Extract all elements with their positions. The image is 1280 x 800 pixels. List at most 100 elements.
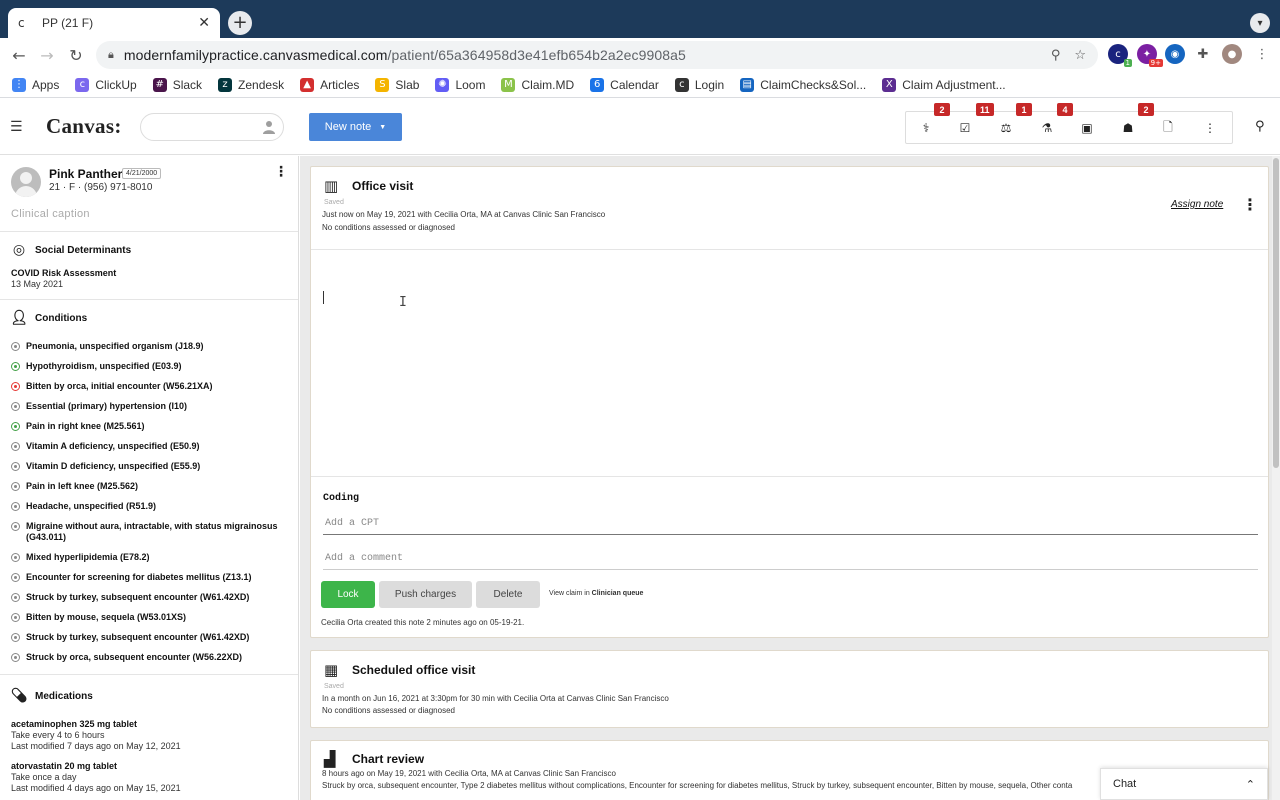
patient-menu-kebab-icon[interactable]: ⋮ [274, 165, 288, 179]
condition-item[interactable]: Hypothyroidism, unspecified (E03.9) [11, 361, 291, 372]
document-icon[interactable]: 🗋︎ [1160, 120, 1176, 136]
bookmark-item[interactable]: # Slack [152, 77, 203, 92]
address-bar[interactable]: 🔒︎ modernfamilypractice.canvasmedical.co… [96, 41, 1098, 69]
note-menu-kebab-icon[interactable]: ⋮ [1242, 197, 1258, 213]
condition-label: Bitten by mouse, sequela (W53.01XS) [26, 612, 187, 622]
condition-item[interactable]: Essential (primary) hypertension (I10) [11, 401, 291, 412]
caduceus-icon[interactable]: ⚕ [918, 120, 934, 136]
extension-icon-1[interactable]: c1 [1108, 44, 1132, 67]
search-icon[interactable]: ⚲ [1255, 119, 1265, 134]
bookmark-item[interactable]: X Claim Adjustment... [882, 77, 1006, 92]
bookmark-item[interactable]: ▤ ClaimChecks&Sol... [740, 77, 866, 92]
tab-search-chevron-icon[interactable]: ▾ [1250, 13, 1270, 33]
bookmark-item[interactable]: ✺ Loom [435, 77, 485, 92]
assign-note-link[interactable]: Assign note [1171, 199, 1223, 210]
bookmark-item[interactable]: ▲ Articles [300, 77, 359, 92]
condition-item[interactable]: Pain in right knee (M25.561) [11, 421, 291, 432]
condition-item[interactable]: Vitamin D deficiency, unspecified (E55.9… [11, 461, 291, 472]
condition-item[interactable]: Encounter for screening for diabetes mel… [11, 572, 291, 583]
condition-label: Encounter for screening for diabetes mel… [26, 572, 252, 582]
bookmark-item[interactable]: ⋮ Apps [12, 77, 59, 92]
password-manager-icon[interactable]: ◉ [1165, 44, 1185, 64]
social-determinants-heading[interactable]: ◎ Social Determinants [11, 242, 131, 258]
bookmark-item[interactable]: S Slab [375, 77, 419, 92]
clinician-queue-link[interactable]: Clinician queue [592, 590, 644, 597]
bookmark-item[interactable]: z Zendesk [218, 77, 285, 92]
patient-search-input[interactable] [140, 113, 284, 141]
main-scrollbar[interactable] [1272, 156, 1280, 800]
back-arrow-icon[interactable]: ← [5, 41, 33, 69]
push-charges-button[interactable]: Push charges [379, 581, 472, 608]
profile-avatar-icon[interactable]: ● [1222, 44, 1242, 64]
extension-icon-2[interactable]: ✦ 9+ [1137, 44, 1163, 67]
person-badge-icon[interactable]: ☗ [1120, 120, 1136, 136]
note-editor[interactable]: I [311, 249, 1268, 476]
chat-label: Chat [1113, 778, 1137, 790]
lab-flask-icon[interactable]: ⚗ [1039, 120, 1055, 136]
bookmark-label: Calendar [610, 77, 659, 92]
image-icon[interactable]: ▣ [1079, 120, 1095, 136]
chart-review-title: Chart review [352, 752, 425, 766]
scheduled-visit-card[interactable]: ▦ Scheduled office visit Saved In a mont… [310, 650, 1269, 728]
hamburger-menu-icon[interactable]: ☰ [10, 119, 23, 135]
comment-input[interactable] [323, 548, 1258, 570]
patient-name[interactable]: Pink Panther [49, 167, 122, 181]
covid-risk-title[interactable]: COVID Risk Assessment [11, 268, 116, 278]
bookmark-item[interactable]: M Claim.MD [501, 77, 574, 92]
condition-status-icon [11, 402, 20, 411]
condition-item[interactable]: Migraine without aura, intractable, with… [11, 521, 291, 543]
scrollbar-thumb[interactable] [1273, 158, 1279, 468]
bar-chart-icon: ▟ [324, 750, 336, 768]
zoom-search-icon[interactable]: ⚲ [1051, 48, 1061, 63]
articles-icon: ▲ [300, 77, 315, 92]
note-conditions: No conditions assessed or diagnosed [322, 223, 455, 232]
condition-item[interactable]: Bitten by orca, initial encounter (W56.2… [11, 381, 291, 392]
more-kebab-icon[interactable]: ⋮ [1202, 120, 1218, 136]
clinical-caption[interactable]: Clinical caption [11, 208, 90, 220]
coding-section: Coding Lock Push charges Delete View cla… [311, 476, 1268, 638]
bookmark-label: Slack [172, 77, 203, 92]
lock-button[interactable]: Lock [321, 581, 375, 608]
bookmark-item[interactable]: 6 Calendar [590, 77, 659, 92]
condition-item[interactable]: Bitten by mouse, sequela (W53.01XS) [11, 612, 291, 623]
scheduled-visit-title: Scheduled office visit [352, 663, 476, 677]
medication-name[interactable]: acetaminophen 325 mg tablet [11, 719, 137, 729]
conditions-section: 👤︎ Conditions Pneumonia, unspecified org… [0, 299, 298, 674]
condition-item[interactable]: Mixed hyperlipidemia (E78.2) [11, 552, 291, 563]
forward-arrow-icon[interactable]: → [33, 41, 61, 69]
browser-menu-kebab-icon[interactable]: ⋮ [1252, 44, 1272, 64]
bookmarks-bar: ⋮ Apps c ClickUp # Slack z Zendesk ▲ Articles S Sla… [0, 72, 1280, 98]
patient-action-icon-bar: ⚕ 2 ☑ 11 ⚖ 1 ⚗ 4 ▣ ☗ 2 🗋︎ ⋮ [905, 103, 1233, 144]
office-visit-card: ▥ Office visit Saved Just now on May 19,… [310, 166, 1269, 638]
bookmark-item[interactable]: c ClickUp [75, 77, 137, 92]
scales-icon[interactable]: ⚖ [998, 120, 1014, 136]
clickup-icon: c [75, 77, 90, 92]
condition-item[interactable]: Struck by turkey, subsequent encounter (… [11, 592, 291, 603]
new-tab-button[interactable]: + [228, 11, 252, 35]
chat-widget[interactable]: Chat ⌃ [1100, 768, 1268, 800]
bookmark-label: Zendesk [238, 77, 285, 92]
medication-name[interactable]: atorvastatin 20 mg tablet [11, 761, 117, 771]
condition-item[interactable]: Headache, unspecified (R51.9) [11, 501, 291, 512]
close-tab-icon[interactable]: ✕ [198, 15, 210, 31]
new-note-button[interactable]: New note ▼ [309, 113, 402, 141]
building-icon: ▥ [324, 177, 339, 195]
reload-icon[interactable]: ↻ [62, 41, 90, 69]
conditions-heading[interactable]: 👤︎ Conditions [10, 310, 87, 326]
browser-tab[interactable]: c PP (21 F) ✕ [8, 8, 220, 38]
chevron-up-icon[interactable]: ⌃ [1246, 778, 1255, 791]
bookmark-item[interactable]: c Login [674, 77, 724, 92]
bookmark-star-icon[interactable]: ☆ [1074, 48, 1086, 63]
condition-item[interactable]: Pneumonia, unspecified organism (J18.9) [11, 341, 291, 352]
puzzle-extensions-icon[interactable]: ✚ [1193, 44, 1213, 64]
condition-item[interactable]: Pain in left knee (M25.562) [11, 481, 291, 492]
cpt-input[interactable] [323, 513, 1258, 535]
delete-button[interactable]: Delete [476, 581, 540, 608]
medications-heading[interactable]: 💊︎ Medications [10, 688, 93, 704]
condition-status-icon [11, 342, 20, 351]
lock-icon: 🔒︎ [108, 48, 114, 61]
task-checkbox-icon[interactable]: ☑ [957, 120, 973, 136]
condition-item[interactable]: Struck by orca, subsequent encounter (W5… [11, 652, 291, 663]
condition-item[interactable]: Struck by turkey, subsequent encounter (… [11, 632, 291, 643]
condition-item[interactable]: Vitamin A deficiency, unspecified (E50.9… [11, 441, 291, 452]
